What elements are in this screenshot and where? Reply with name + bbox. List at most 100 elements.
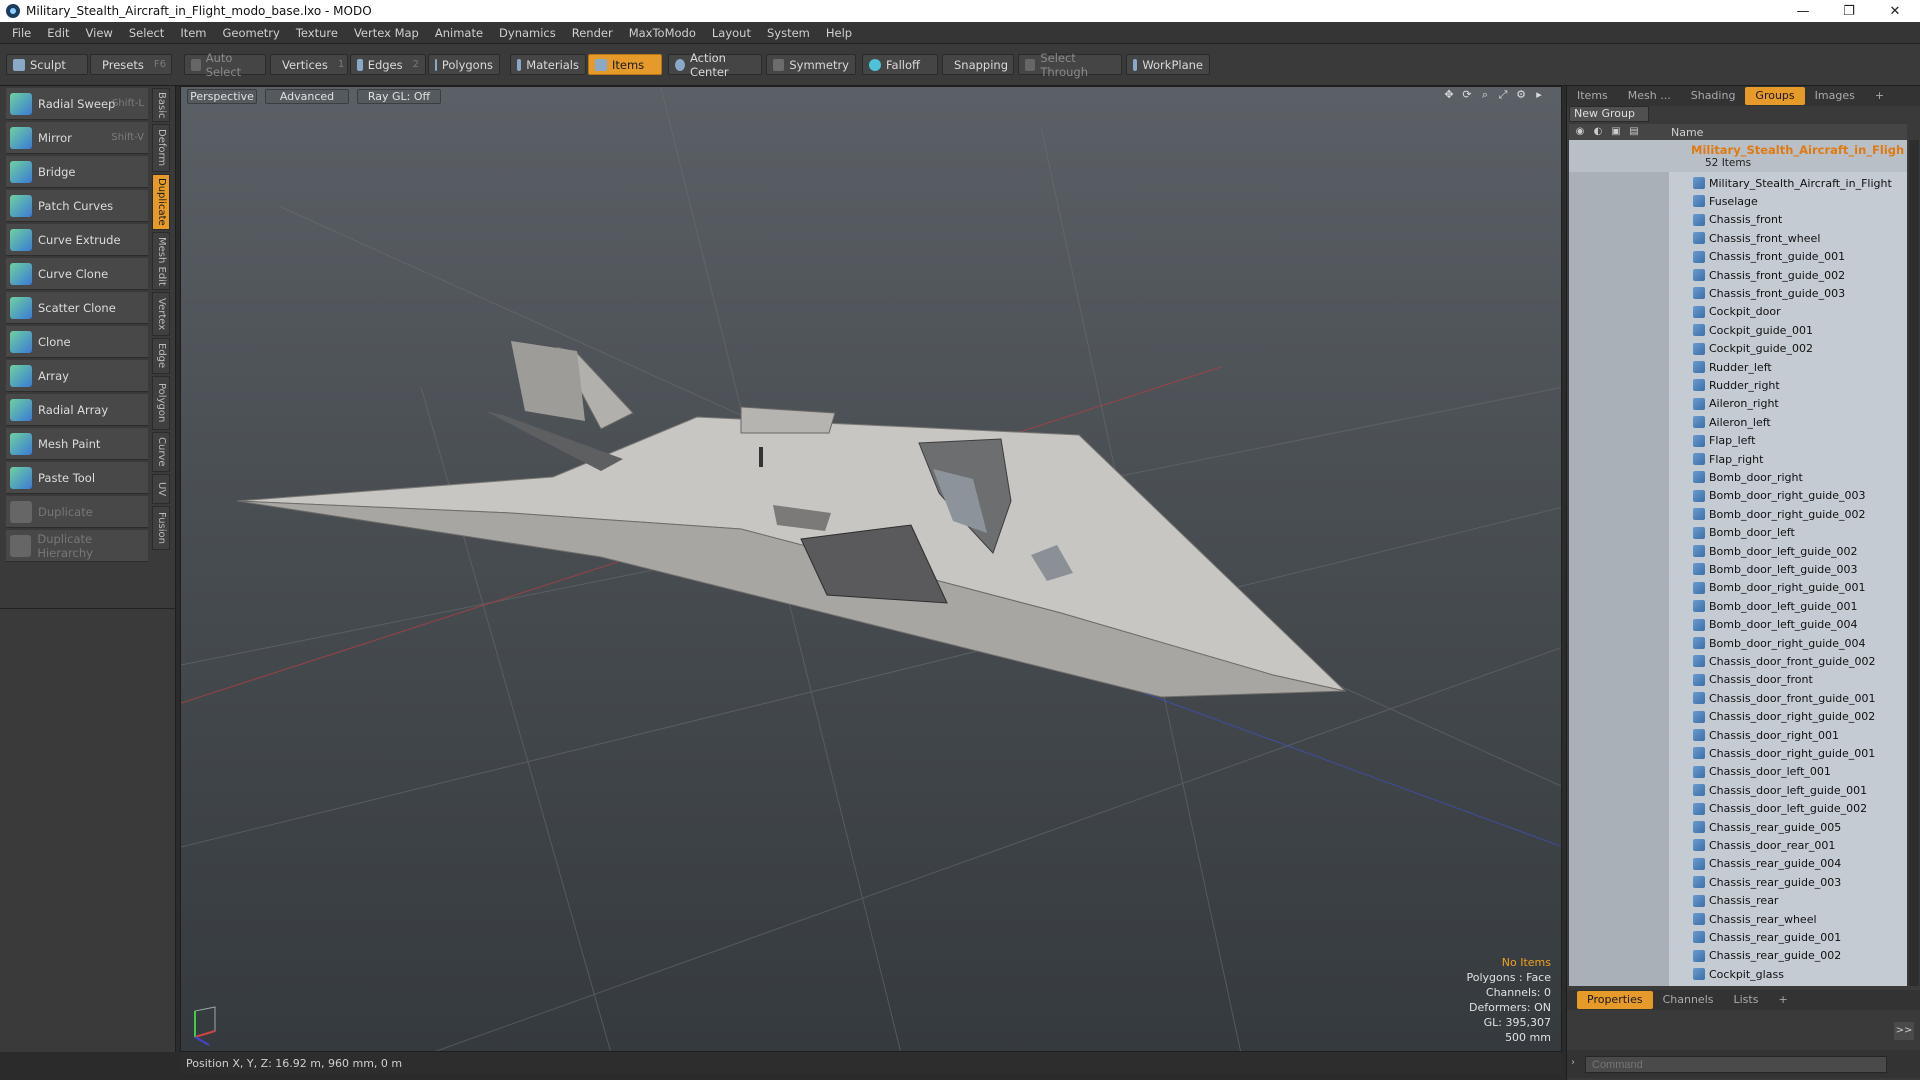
- fit-icon[interactable]: ⤢: [1497, 89, 1509, 101]
- list-item[interactable]: Chassis_rear: [1569, 892, 1907, 910]
- new-group-button[interactable]: New Group: [1569, 106, 1649, 122]
- falloff-button[interactable]: Falloff: [862, 54, 938, 75]
- tab-lists[interactable]: Lists: [1724, 991, 1769, 1009]
- list-item[interactable]: Bomb_door_right_guide_003: [1569, 487, 1907, 505]
- list-item[interactable]: Chassis_door_left_guide_001: [1569, 781, 1907, 799]
- tool-scatter-clone[interactable]: Scatter Clone: [6, 292, 148, 324]
- list-item[interactable]: Bomb_door_right_guide_004: [1569, 634, 1907, 652]
- menu-layout[interactable]: Layout: [704, 26, 759, 40]
- edges-button[interactable]: Edges 2: [350, 54, 426, 75]
- tool-clone[interactable]: Clone: [6, 326, 148, 358]
- list-item[interactable]: Chassis_rear_guide_001: [1569, 928, 1907, 946]
- list-item[interactable]: Bomb_door_left_guide_003: [1569, 560, 1907, 578]
- list-item[interactable]: Cockpit_guide_001: [1569, 321, 1907, 339]
- list-item[interactable]: Chassis_rear_guide_003: [1569, 873, 1907, 891]
- menu-help[interactable]: Help: [818, 26, 860, 40]
- tree-scrollbar[interactable]: [1909, 140, 1919, 986]
- render-icon[interactable]: ◐: [1591, 126, 1605, 138]
- tab-channels[interactable]: Channels: [1653, 991, 1724, 1009]
- vtab-basic[interactable]: Basic: [152, 88, 170, 122]
- list-item[interactable]: Cockpit_door: [1569, 303, 1907, 321]
- tab-images[interactable]: Images: [1805, 87, 1865, 105]
- list-item[interactable]: Bomb_door_right_guide_001: [1569, 579, 1907, 597]
- tool-bridge[interactable]: Bridge: [6, 156, 148, 188]
- group-row[interactable]: Military_Stealth_Aircraft_in_Fligh ... 5…: [1569, 140, 1907, 172]
- tool-duplicate[interactable]: Duplicate: [6, 496, 148, 528]
- tool-duplicate-hierarchy[interactable]: Duplicate Hierarchy: [6, 530, 148, 562]
- list-item[interactable]: Bomb_door_right_guide_002: [1569, 505, 1907, 523]
- add-property-tab-button[interactable]: +: [1768, 991, 1797, 1009]
- vtab-fusion[interactable]: Fusion: [152, 506, 170, 550]
- tool-array[interactable]: Array: [6, 360, 148, 392]
- vtab-curve[interactable]: Curve: [152, 432, 170, 472]
- list-item[interactable]: Flap_right: [1569, 450, 1907, 468]
- menu-texture[interactable]: Texture: [288, 26, 346, 40]
- list-item[interactable]: Chassis_door_right_guide_001: [1569, 744, 1907, 762]
- polygons-button[interactable]: Polygons: [428, 54, 500, 75]
- raygl-toggle[interactable]: Ray GL: Off: [357, 89, 441, 104]
- list-item[interactable]: Cockpit_glass: [1569, 965, 1907, 983]
- lock-icon[interactable]: ▣: [1609, 126, 1623, 138]
- action-center-button[interactable]: Action Center: [668, 51, 762, 79]
- list-item[interactable]: Bomb_door_right: [1569, 468, 1907, 486]
- list-item[interactable]: Chassis_door_right_guide_002: [1569, 708, 1907, 726]
- list-item[interactable]: Cockpit_guide_002: [1569, 340, 1907, 358]
- list-item[interactable]: Flap_left: [1569, 432, 1907, 450]
- list-item[interactable]: Chassis_front_guide_002: [1569, 266, 1907, 284]
- vtab-mesh-edit[interactable]: Mesh Edit: [152, 232, 170, 290]
- menu-view[interactable]: View: [78, 26, 121, 40]
- close-button[interactable]: ✕: [1872, 0, 1918, 22]
- menu-vertex-map[interactable]: Vertex Map: [346, 26, 427, 40]
- list-item[interactable]: Bomb_door_left_guide_001: [1569, 597, 1907, 615]
- list-item[interactable]: Chassis_front: [1569, 211, 1907, 229]
- list-item[interactable]: Fuselage: [1569, 192, 1907, 210]
- tab-mesh[interactable]: Mesh ...: [1618, 87, 1681, 105]
- select-icon[interactable]: ▤: [1627, 126, 1641, 138]
- list-item[interactable]: Military_Stealth_Aircraft_in_Flight: [1569, 174, 1907, 192]
- menu-edit[interactable]: Edit: [39, 26, 77, 40]
- snapping-button[interactable]: Snapping: [942, 54, 1014, 75]
- tool-radial-sweep[interactable]: Radial Sweep Shift-L: [6, 88, 148, 120]
- tool-curve-extrude[interactable]: Curve Extrude: [6, 224, 148, 256]
- list-item[interactable]: Chassis_door_left_guide_002: [1569, 800, 1907, 818]
- minimize-button[interactable]: —: [1780, 0, 1826, 22]
- add-tab-button[interactable]: +: [1865, 87, 1894, 105]
- gear-icon[interactable]: ⚙: [1515, 89, 1527, 101]
- menu-file[interactable]: File: [4, 26, 39, 40]
- menu-item[interactable]: Item: [172, 26, 214, 40]
- list-item[interactable]: Chassis_door_front_guide_002: [1569, 652, 1907, 670]
- vtab-edge[interactable]: Edge: [152, 338, 170, 374]
- vtab-deform[interactable]: Deform: [152, 124, 170, 172]
- menu-select[interactable]: Select: [121, 26, 172, 40]
- tool-mirror[interactable]: Mirror Shift-V: [6, 122, 148, 154]
- tab-items[interactable]: Items: [1567, 87, 1618, 105]
- items-button[interactable]: Items: [588, 54, 662, 75]
- list-item[interactable]: Chassis_front_guide_001: [1569, 248, 1907, 266]
- list-item[interactable]: Chassis_door_front_guide_001: [1569, 689, 1907, 707]
- sculpt-button[interactable]: Sculpt: [6, 54, 88, 75]
- list-item[interactable]: Chassis_door_right_001: [1569, 726, 1907, 744]
- auto-select-button[interactable]: Auto Select: [184, 51, 266, 79]
- materials-button[interactable]: Materials: [510, 54, 586, 75]
- tool-paste[interactable]: Paste Tool: [6, 462, 148, 494]
- command-input[interactable]: [1585, 1056, 1887, 1073]
- 3d-viewport[interactable]: Perspective Advanced Ray GL: Off ✥ ⟳ ⌕ ⤢…: [180, 86, 1562, 1052]
- zoom-icon[interactable]: ⌕: [1479, 89, 1491, 101]
- tool-mesh-paint[interactable]: Mesh Paint: [6, 428, 148, 460]
- expand-button[interactable]: >>: [1894, 1022, 1914, 1040]
- vertices-button[interactable]: Vertices 1: [270, 54, 348, 75]
- menu-maxtomodo[interactable]: MaxToModo: [621, 26, 704, 40]
- workplane-button[interactable]: WorkPlane: [1126, 54, 1210, 75]
- list-item[interactable]: Chassis_door_front: [1569, 671, 1907, 689]
- menu-geometry[interactable]: Geometry: [215, 26, 288, 40]
- vtab-polygon[interactable]: Polygon: [152, 376, 170, 430]
- list-item[interactable]: Chassis_rear_wheel: [1569, 910, 1907, 928]
- select-through-button[interactable]: Select Through: [1018, 51, 1122, 79]
- symmetry-button[interactable]: Symmetry: [766, 54, 856, 75]
- list-item[interactable]: Rudder_left: [1569, 358, 1907, 376]
- list-item[interactable]: Rudder_right: [1569, 376, 1907, 394]
- list-item[interactable]: Chassis_front_wheel: [1569, 229, 1907, 247]
- vtab-duplicate[interactable]: Duplicate: [152, 174, 170, 230]
- list-item[interactable]: Chassis_door_left_001: [1569, 763, 1907, 781]
- list-item[interactable]: Aileron_left: [1569, 413, 1907, 431]
